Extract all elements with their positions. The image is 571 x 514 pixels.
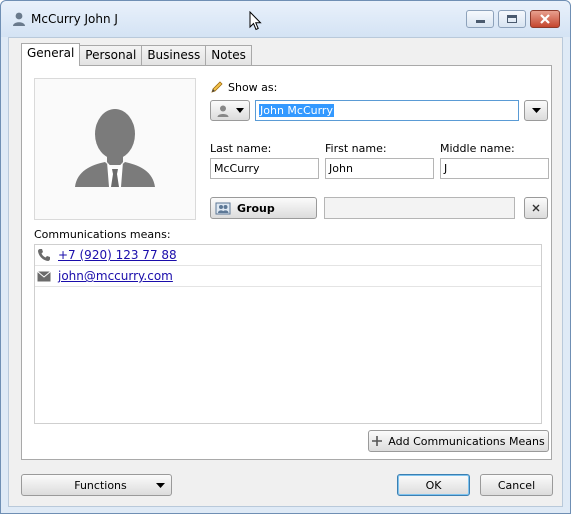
minimize-button[interactable] <box>466 10 494 28</box>
contact-icon <box>217 105 229 117</box>
tab-strip: General Personal Business Notes <box>21 43 252 66</box>
communications-label: Communications means: <box>34 228 171 241</box>
chevron-down-icon <box>156 483 165 488</box>
ok-button[interactable]: OK <box>397 474 470 496</box>
email-link[interactable]: john@mccurry.com <box>58 269 173 283</box>
chevron-down-icon <box>531 108 541 113</box>
envelope-icon <box>37 270 51 282</box>
group-icon <box>215 202 231 215</box>
person-silhouette-icon <box>75 109 155 187</box>
first-name-label: First name: <box>325 142 387 155</box>
middle-name-input[interactable]: J <box>440 158 549 179</box>
last-name-label: Last name: <box>210 142 272 155</box>
tab-business[interactable]: Business <box>142 45 207 66</box>
group-field[interactable] <box>324 197 515 219</box>
chevron-down-icon <box>235 108 244 113</box>
group-button-label: Group <box>237 201 275 215</box>
show-as-label: Show as: <box>228 81 278 94</box>
clear-group-button[interactable] <box>524 197 548 219</box>
contact-photo[interactable] <box>34 78 196 220</box>
window-title: McCurry John J <box>31 12 118 26</box>
tab-personal[interactable]: Personal <box>80 45 143 66</box>
communications-list[interactable]: +7 (920) 123 77 88 john@mccurry.com <box>34 244 542 424</box>
title-bar[interactable]: McCurry John J <box>1 1 570 37</box>
show-as-options-dropdown[interactable] <box>524 100 548 121</box>
functions-label: Functions <box>74 478 127 492</box>
first-name-input[interactable]: John <box>325 158 434 179</box>
show-as-type-dropdown[interactable] <box>210 100 250 121</box>
maximize-button[interactable] <box>498 10 526 28</box>
list-item[interactable]: +7 (920) 123 77 88 <box>35 245 541 266</box>
plus-icon <box>372 436 383 446</box>
show-as-value: John McCurry <box>259 104 334 117</box>
minimize-icon <box>475 20 485 23</box>
phone-link[interactable]: +7 (920) 123 77 88 <box>58 248 177 262</box>
mouse-cursor-icon <box>249 11 262 31</box>
cancel-button[interactable]: Cancel <box>480 474 553 496</box>
close-button[interactable] <box>530 10 560 28</box>
dialog-window: McCurry John J General Personal Business… <box>0 0 571 514</box>
pencil-icon <box>210 80 224 94</box>
close-icon <box>532 204 540 212</box>
functions-dropdown-button[interactable]: Functions <box>21 474 172 496</box>
middle-name-label: Middle name: <box>440 142 515 155</box>
tab-notes[interactable]: Notes <box>206 45 252 66</box>
ok-label: OK <box>425 478 442 492</box>
close-icon <box>540 14 550 24</box>
general-tab-panel: Show as: John McCurry Last name: First n… <box>21 65 552 460</box>
add-communications-means-button[interactable]: Add Communications Means <box>368 430 549 452</box>
maximize-icon <box>507 15 517 23</box>
tab-general[interactable]: General <box>21 43 81 66</box>
last-name-input[interactable]: McCurry <box>210 158 319 179</box>
list-item[interactable]: john@mccurry.com <box>35 266 541 287</box>
dialog-body: General Personal Business Notes Show as:… <box>8 37 563 507</box>
phone-icon <box>37 248 51 262</box>
contact-icon <box>11 11 27 27</box>
cancel-label: Cancel <box>497 478 536 492</box>
show-as-input[interactable]: John McCurry <box>255 100 519 121</box>
group-button[interactable]: Group <box>210 197 317 219</box>
add-communications-label: Add Communications Means <box>388 434 545 448</box>
